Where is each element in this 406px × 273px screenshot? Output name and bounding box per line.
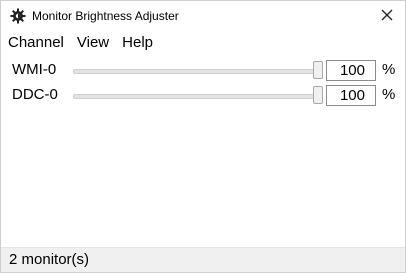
brightness-slider-thumb[interactable] <box>313 86 323 104</box>
gear-icon <box>10 8 26 24</box>
window-title: Monitor Brightness Adjuster <box>32 9 179 23</box>
percent-unit: % <box>382 86 396 103</box>
status-text: 2 monitor(s) <box>9 251 90 268</box>
status-bar: 2 monitor(s) <box>1 247 405 272</box>
menu-bar: Channel View Help <box>1 32 405 53</box>
brightness-slider-thumb[interactable] <box>313 61 323 79</box>
monitor-name: WMI-0 <box>12 61 57 78</box>
app-window: Monitor Brightness Adjuster Channel View… <box>0 0 406 273</box>
brightness-value-field[interactable] <box>326 60 376 81</box>
close-button[interactable] <box>369 1 405 32</box>
menu-channel[interactable]: Channel <box>1 32 70 53</box>
menu-help[interactable]: Help <box>115 32 159 53</box>
monitor-row: DDC-0 % <box>1 85 405 107</box>
close-icon <box>381 8 393 26</box>
menu-view[interactable]: View <box>70 32 115 53</box>
monitor-row: WMI-0 % <box>1 60 405 82</box>
percent-unit: % <box>382 61 396 78</box>
brightness-slider-track[interactable] <box>73 69 323 74</box>
brightness-value-field[interactable] <box>326 85 376 106</box>
title-bar[interactable]: Monitor Brightness Adjuster <box>1 1 405 32</box>
monitor-name: DDC-0 <box>12 86 58 103</box>
brightness-slider-track[interactable] <box>73 94 323 99</box>
